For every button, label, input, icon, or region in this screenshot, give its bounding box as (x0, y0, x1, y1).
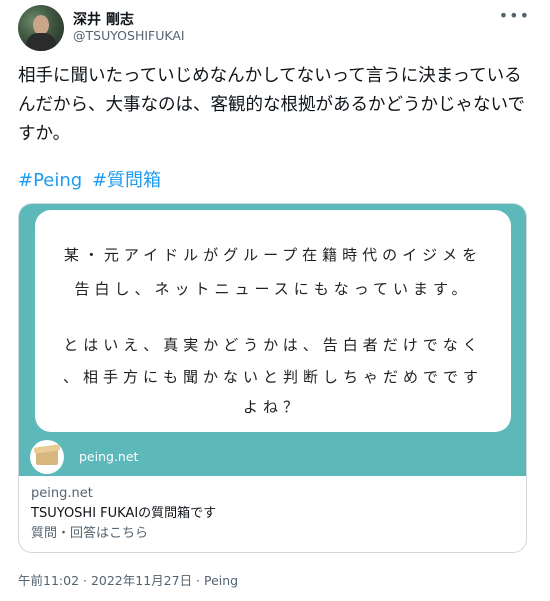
avatar[interactable] (18, 5, 64, 51)
author-display-name[interactable]: 深井 剛志 (73, 9, 134, 29)
question-box: 某・元アイドルがグループ在籍時代のイジメを 告白し、ネットニュースにもなっていま… (35, 210, 511, 432)
question-line: 、相手方にも聞かないと判断しちゃだめでです (62, 368, 483, 386)
question-line: とはいえ、真実かどうかは、告白者だけでなく (63, 336, 483, 354)
card-meta[interactable]: peing.net TSUYOSHI FUKAIの質問箱です 質問・回答はこちら (31, 484, 511, 544)
hashtag-peing[interactable]: #Peing (18, 170, 82, 191)
card-title: TSUYOSHI FUKAIの質問箱です (31, 506, 217, 521)
peing-box-icon (30, 440, 64, 474)
card-description: 質問・回答はこちら (31, 526, 149, 541)
question-line: よね？ (242, 398, 303, 416)
avatar-face (33, 15, 49, 35)
tweet-source[interactable]: Peing (204, 573, 238, 588)
question-line: 告白し、ネットニュースにもなっています。 (74, 280, 472, 298)
separator: · (192, 573, 204, 588)
tweet-text: 相手に聞いたっていじめなんかしてないって言うに決まっているんだから、大事なのは、… (18, 66, 525, 144)
tweet-date[interactable]: 2022年11月27日 (91, 573, 192, 588)
tweet-timestamp: 午前11:02 · 2022年11月27日 · Peing (18, 570, 238, 589)
card-image-site-label: peing.net (79, 449, 139, 464)
tweet-time[interactable]: 午前11:02 (18, 573, 79, 588)
more-options-icon[interactable]: ••• (499, 6, 530, 25)
separator: · (79, 573, 91, 588)
tweet: 深井 剛志 @TSUYOSHIFUKAI ••• 相手に聞いたっていじめなんかし… (0, 0, 550, 601)
author-handle[interactable]: @TSUYOSHIFUKAI (73, 28, 185, 43)
link-card[interactable]: 某・元アイドルがグループ在籍時代のイジメを 告白し、ネットニュースにもなっていま… (18, 203, 527, 553)
card-domain: peing.net (31, 486, 93, 501)
card-image[interactable]: 某・元アイドルがグループ在籍時代のイジメを 告白し、ネットニュースにもなっていま… (19, 204, 526, 476)
hashtag-question-box[interactable]: #質問箱 (92, 170, 161, 191)
avatar-body (26, 33, 56, 51)
question-line: 某・元アイドルがグループ在籍時代のイジメを (63, 246, 483, 264)
hashtag-row: #Peing #質問箱 (18, 166, 165, 192)
